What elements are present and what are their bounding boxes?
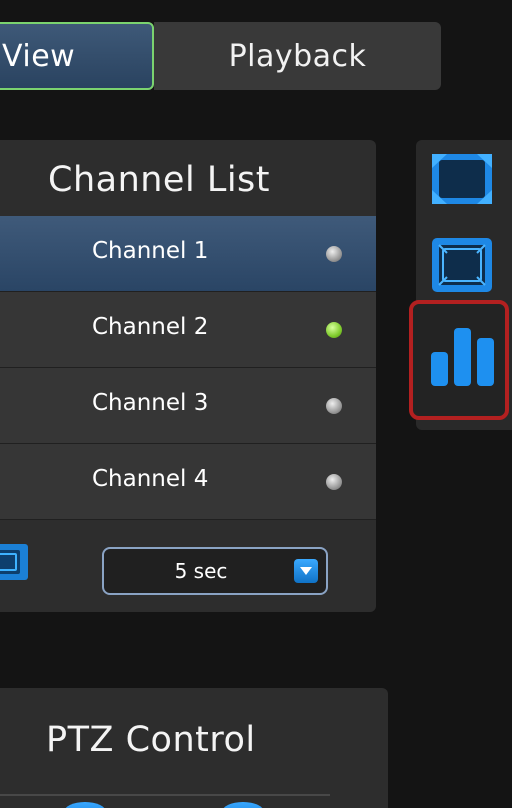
status-indicator [326,398,342,414]
channel-row-2[interactable]: Channel 2 [0,292,376,368]
channel-row-1[interactable]: Channel 1 [0,216,376,292]
screen-layout-button[interactable] [429,232,495,298]
status-indicator [326,322,342,338]
dwell-time-select[interactable]: 5 sec [102,547,328,595]
channel-row-4[interactable]: Channel 4 [0,444,376,520]
tab-playback-label: Playback [228,38,367,74]
status-indicator [326,246,342,262]
dropdown-arrow-icon[interactable] [294,559,318,583]
fullscreen-button[interactable] [429,146,495,212]
channel-row-3[interactable]: Channel 3 [0,368,376,444]
screen-layout-icon [432,238,492,292]
tab-live-view-label: View [2,38,76,74]
status-indicator [326,474,342,490]
channel-label: Channel 1 [92,238,209,264]
channel-label: Channel 3 [92,390,209,416]
channel-list-title: Channel List [48,160,270,200]
sequence-icon[interactable] [0,540,30,588]
fullscreen-icon [432,154,492,204]
tab-playback[interactable]: Playback [154,22,441,90]
statistics-button[interactable] [409,300,509,420]
ptz-divider [0,794,330,796]
bar-chart-icon [431,328,494,386]
dwell-time-value: 5 sec [174,559,228,583]
channel-label: Channel 4 [92,466,209,492]
app-root: View Playback Channel List Channel 1 Cha… [0,0,512,808]
channel-label: Channel 2 [92,314,209,340]
tab-live-view[interactable]: View [0,22,154,90]
ptz-control-title: PTZ Control [46,720,256,760]
